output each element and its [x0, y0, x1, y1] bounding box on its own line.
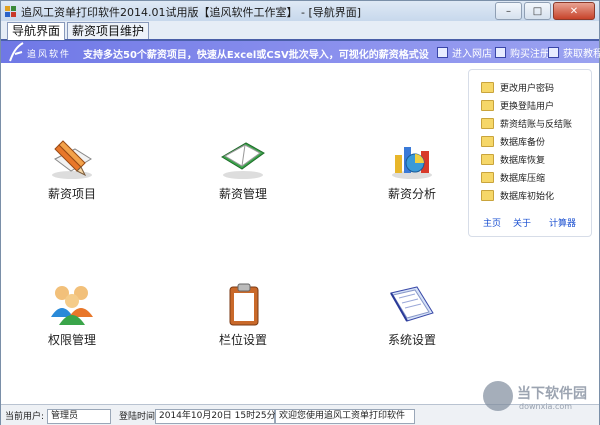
tile-system-settings[interactable]: 系统设置 [367, 283, 457, 363]
tile-label: 薪资管理 [218, 187, 267, 201]
pencil-icon [52, 140, 92, 179]
link-buy-register[interactable]: 购买注册 [495, 45, 550, 60]
folder-icon [481, 135, 494, 147]
link-about[interactable]: 关于 [513, 216, 531, 229]
folder-icon [481, 81, 494, 93]
menu-db-compress[interactable]: 数据库压缩 [481, 170, 545, 184]
header-message: 支持多达50个薪资项目，快速从Excel或CSV批次导入，可视化的薪资格式设 [83, 50, 429, 61]
clipboard-icon [229, 283, 259, 326]
tile-salary-items[interactable]: 薪资项目 [27, 137, 117, 217]
tab-navigation[interactable]: 导航界面 [7, 22, 66, 40]
quick-menu-panel: 更改用户密码 更换登陆用户 薪资结账与反结账 数据库备份 数据库恢复 数据库压缩… [468, 69, 592, 237]
download-icon [483, 381, 513, 411]
link-home[interactable]: 主页 [483, 216, 501, 229]
users-icon [51, 286, 93, 325]
watermark-subtext: downxia.com [519, 402, 573, 411]
register-icon [495, 47, 506, 58]
folder-icon [481, 153, 494, 165]
watermark: 当下软件园 downxia.com [483, 381, 593, 417]
chart-icon [392, 147, 432, 179]
window-title: 追风工资单打印软件2014.01试用版【追风软件工作室】 - [导航界面] [21, 6, 362, 19]
close-button[interactable]: ✕ [553, 2, 595, 20]
menu-db-restore[interactable]: 数据库恢复 [481, 152, 545, 166]
title-bar: 追风工资单打印软件2014.01试用版【追风软件工作室】 - [导航界面] – … [1, 1, 599, 22]
folder-icon [481, 189, 494, 201]
status-welcome: 欢迎您使用追风工资单打印软件 [275, 409, 415, 424]
menu-switch-user[interactable]: 更换登陆用户 [481, 98, 554, 112]
logo-icon [9, 42, 24, 62]
link-tutorial[interactable]: 获取教程 [548, 45, 600, 60]
folder-icon [481, 171, 494, 183]
store-icon [437, 47, 448, 58]
tutorial-icon [548, 47, 559, 58]
link-calculator[interactable]: 计算器 [549, 216, 576, 229]
notebook-icon [390, 286, 434, 322]
tab-salary-items[interactable]: 薪资项目维护 [67, 22, 150, 39]
tile-salary-analysis[interactable]: 薪资分析 [367, 137, 457, 217]
folder-icon [481, 117, 494, 129]
menu-settle-accounts[interactable]: 薪资结账与反结账 [481, 116, 572, 130]
book-icon [221, 142, 265, 179]
status-login-value: 2014年10月20日 15时25分03秒 [155, 409, 296, 424]
link-enter-store[interactable]: 进入网店 [437, 45, 492, 60]
status-login-label: 登陆时间: [119, 412, 159, 422]
tile-label: 栏位设置 [218, 333, 267, 347]
window-controls: – □ ✕ [493, 2, 595, 20]
logo-text: 追风软件 [27, 50, 72, 60]
tile-label: 权限管理 [47, 333, 96, 347]
tab-strip: 导航界面 薪资项目维护 [1, 21, 599, 41]
main-area: 薪资项目 薪资管理 薪资分析 权限管理 栏位设置 系统设置 更改用户密码 更换登… [1, 63, 599, 404]
app-window: 追风工资单打印软件2014.01试用版【追风软件工作室】 - [导航界面] – … [0, 0, 600, 425]
minimize-button[interactable]: – [495, 2, 522, 20]
tile-column-settings[interactable]: 栏位设置 [198, 283, 288, 363]
tile-label: 系统设置 [387, 333, 436, 347]
folder-icon [481, 99, 494, 111]
tile-label: 薪资项目 [47, 187, 96, 201]
tile-permissions[interactable]: 权限管理 [27, 283, 117, 363]
status-user-label: 当前用户: [5, 412, 45, 422]
tile-label: 薪资分析 [387, 187, 436, 201]
menu-db-backup[interactable]: 数据库备份 [481, 134, 545, 148]
app-icon [5, 6, 16, 17]
tile-salary-management[interactable]: 薪资管理 [198, 137, 288, 217]
menu-change-password[interactable]: 更改用户密码 [481, 80, 554, 94]
menu-db-init[interactable]: 数据库初始化 [481, 188, 554, 202]
header-banner: 追风软件 支持多达50个薪资项目，快速从Excel或CSV批次导入，可视化的薪资… [1, 41, 600, 63]
maximize-button[interactable]: □ [524, 2, 551, 20]
watermark-text: 当下软件园 [517, 386, 587, 402]
status-user-value: 管理员 [47, 409, 111, 424]
